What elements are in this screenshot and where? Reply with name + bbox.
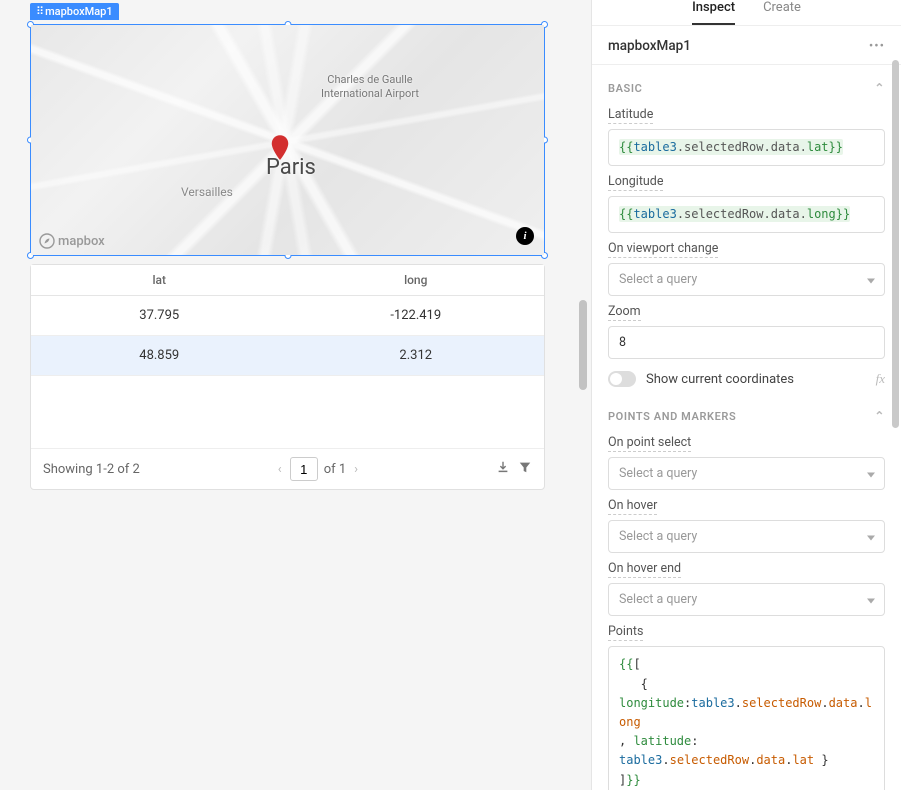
select-placeholder: Select a query [608, 457, 885, 490]
chevron-up-icon[interactable]: ⌃ [874, 81, 885, 95]
inspector-scrollbar-thumb[interactable] [892, 60, 899, 428]
mapbox-logo-text: mapbox [58, 234, 105, 249]
component-badge-label: mapboxMap1 [45, 5, 113, 18]
inspector-panel: Inspect Create mapboxMap1 ••• BASIC ⌃ La… [591, 0, 901, 790]
show-coords-label: Show current coordinates [646, 372, 866, 387]
on-hover-select[interactable]: Select a query [608, 520, 885, 553]
show-coords-toggle[interactable] [608, 371, 636, 387]
select-placeholder: Select a query [608, 583, 885, 616]
zoom-label: Zoom [608, 304, 641, 321]
table-empty-space [31, 376, 544, 448]
table-row[interactable]: 48.859 2.312 [31, 336, 544, 376]
next-page-icon[interactable]: › [352, 462, 360, 477]
mapbox-logo: mapbox [39, 233, 105, 249]
map-marker-icon[interactable] [269, 135, 291, 157]
cell-lat: 48.859 [31, 336, 288, 375]
page-input[interactable] [290, 457, 318, 481]
info-icon[interactable]: i [516, 227, 534, 245]
on-hover-end-select[interactable]: Select a query [608, 583, 885, 616]
select-placeholder: Select a query [608, 263, 885, 296]
canvas-area: ⠿ mapboxMap1 Charles de Gaulle Internati… [0, 0, 575, 790]
table-footer: Showing 1-2 of 2 ‹ of 1 › [31, 448, 544, 489]
on-point-select-label: On point select [608, 435, 691, 452]
table-row[interactable]: 37.795 -122.419 [31, 296, 544, 336]
component-badge[interactable]: ⠿ mapboxMap1 [30, 3, 119, 20]
zoom-input[interactable] [608, 326, 885, 359]
map-label-versailles: Versailles [181, 185, 233, 199]
more-menu-icon[interactable]: ••• [869, 39, 885, 54]
on-viewport-change-label: On viewport change [608, 241, 718, 258]
tab-inspect[interactable]: Inspect [692, 0, 735, 25]
map-label-cdg: Charles de Gaulle International Airport [321, 73, 419, 102]
component-name[interactable]: mapboxMap1 [608, 38, 691, 54]
chevron-up-icon[interactable]: ⌃ [874, 409, 885, 423]
download-icon[interactable] [496, 460, 510, 478]
cell-long: -122.419 [288, 296, 545, 335]
cell-lat: 37.795 [31, 296, 288, 335]
col-long[interactable]: long [288, 265, 545, 295]
latitude-input[interactable]: {{table3.selectedRow.data.lat}} [608, 129, 885, 166]
map-component-frame[interactable]: ⠿ mapboxMap1 Charles de Gaulle Internati… [30, 24, 545, 256]
on-hover-end-label: On hover end [608, 561, 681, 578]
section-points-label: POINTS AND MARKERS [608, 410, 736, 423]
table-header: lat long [31, 265, 544, 296]
data-table: lat long 37.795 -122.419 48.859 2.312 Sh… [30, 264, 545, 490]
cell-long: 2.312 [288, 336, 545, 375]
select-placeholder: Select a query [608, 520, 885, 553]
latitude-label: Latitude [608, 107, 653, 124]
section-points-markers[interactable]: POINTS AND MARKERS ⌃ [592, 393, 901, 427]
col-lat[interactable]: lat [31, 265, 288, 295]
on-point-select-select[interactable]: Select a query [608, 457, 885, 490]
mapbox-map[interactable]: Charles de Gaulle International Airport … [31, 25, 544, 255]
longitude-label: Longitude [608, 174, 663, 191]
pager: ‹ of 1 › [276, 457, 360, 481]
filter-icon[interactable] [518, 460, 532, 478]
showing-text: Showing 1-2 of 2 [43, 462, 140, 477]
section-basic-label: BASIC [608, 82, 642, 95]
tab-create[interactable]: Create [763, 0, 801, 25]
points-code-input[interactable]: {{[ { longitude:table3.selectedRow.data.… [608, 646, 885, 790]
section-basic[interactable]: BASIC ⌃ [592, 65, 901, 99]
page-of-text: of 1 [324, 462, 346, 477]
fx-icon[interactable]: fx [876, 371, 885, 387]
prev-page-icon[interactable]: ‹ [276, 462, 284, 477]
longitude-input[interactable]: {{table3.selectedRow.data.long}} [608, 196, 885, 233]
inspector-tabs: Inspect Create [592, 0, 901, 26]
inspector-header: mapboxMap1 ••• [592, 26, 901, 65]
canvas-scrollbar[interactable] [575, 0, 591, 790]
points-label: Points [608, 624, 643, 641]
drag-handle-icon: ⠿ [36, 5, 42, 18]
scrollbar-thumb[interactable] [579, 300, 587, 390]
on-viewport-change-select[interactable]: Select a query [608, 263, 885, 296]
on-hover-label: On hover [608, 498, 657, 515]
